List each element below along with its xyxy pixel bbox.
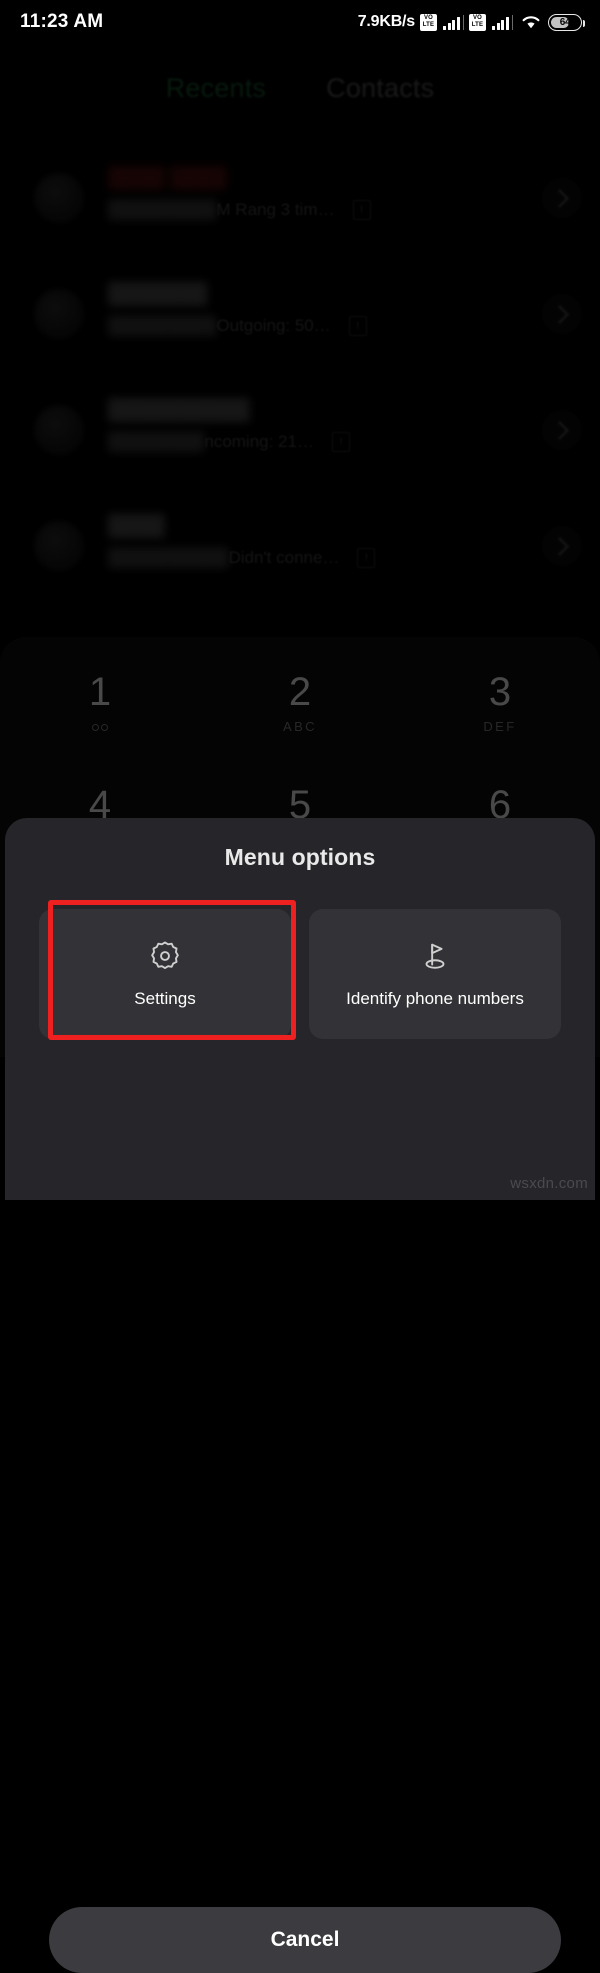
status-clock: 11:23 AM [20,11,104,32]
gear-icon [148,939,182,973]
sheet-title: Menu options [224,844,376,870]
signal-bars-icon [443,15,464,30]
wifi-icon [521,14,541,30]
menu-options-grid: Settings Identify phone numbers [5,909,595,1039]
watermark: wsxdn.com [510,1175,588,1192]
volte-icon: VO LTE [469,13,486,31]
network-speed-text: 7.9KB/s [357,13,415,30]
settings-label: Settings [134,989,196,1008]
flag-pin-icon [418,939,452,973]
volte-icon: VO LTE [420,13,437,31]
battery-icon: 64 [548,13,585,31]
status-indicators: 7.9KB/s VO LTE VO LTE 64 [357,13,585,31]
battery-level: 64 [559,16,571,28]
settings-button[interactable]: Settings [39,909,291,1039]
cancel-label: Cancel [270,1928,340,1951]
signal-bars-icon [492,15,513,30]
identify-phone-numbers-label: Identify phone numbers [346,989,524,1008]
menu-options-sheet: Menu options Settings Identify phone num… [5,818,595,1973]
status-bar: 11:23 AM 7.9KB/s VO LTE VO LTE 64 [0,0,600,44]
cancel-button[interactable]: Cancel [49,1907,561,1973]
identify-phone-numbers-button[interactable]: Identify phone numbers [309,909,561,1039]
